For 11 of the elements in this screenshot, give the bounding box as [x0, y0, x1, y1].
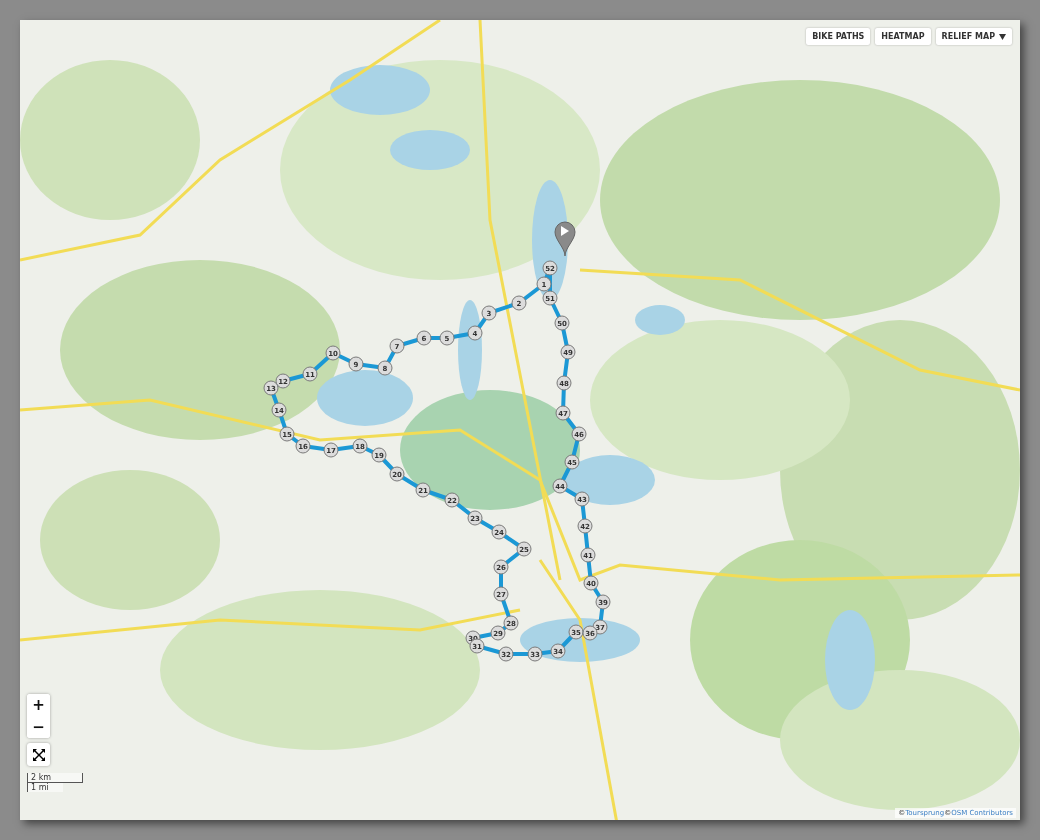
zoom-in-button[interactable]: +: [27, 694, 50, 716]
map-layer-button[interactable]: RELIEF MAP: [935, 28, 1012, 45]
map-layer-button[interactable]: BIKE PATHS: [806, 28, 871, 45]
fullscreen-icon: [32, 748, 45, 761]
caret-icon: [999, 33, 1006, 40]
start-pin-icon[interactable]: [554, 221, 576, 257]
scale-bar: 2 km: [27, 773, 83, 783]
zoom-out-button[interactable]: −: [27, 716, 50, 738]
scale-bar: 1 mi: [27, 783, 63, 792]
fullscreen-button[interactable]: [27, 743, 50, 766]
map-layer-button[interactable]: HEATMAP: [875, 28, 931, 45]
